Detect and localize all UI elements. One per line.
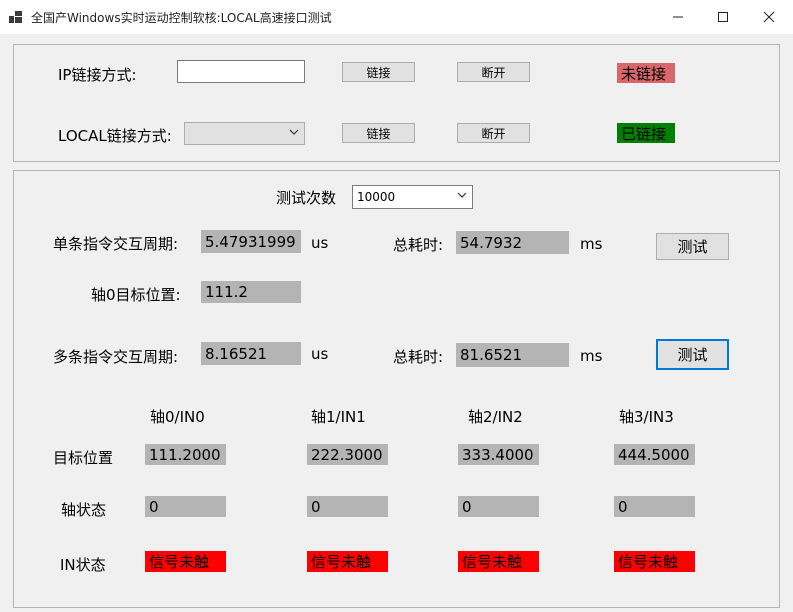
close-icon xyxy=(763,11,775,23)
test-count-value: 10000 xyxy=(357,190,396,204)
app-icon xyxy=(9,11,23,23)
single-period-value: 5.47931999 xyxy=(201,230,301,253)
ip-connection-label: IP链接方式: xyxy=(58,66,137,84)
axis0-target-label: 轴0目标位置: xyxy=(91,286,181,304)
chevron-down-icon xyxy=(457,192,467,198)
axis0-state-cell: 0 xyxy=(145,496,226,517)
in-state-row-label: IN状态 xyxy=(60,556,106,574)
ip-disconnect-button[interactable]: 断开 xyxy=(457,62,530,82)
axis0-target-value: 111.2 xyxy=(201,281,301,303)
maximize-icon xyxy=(718,12,728,22)
axis3-header: 轴3/IN3 xyxy=(619,408,674,426)
axis3-target-cell: 444.5000 xyxy=(614,444,695,465)
test-count-select[interactable]: 10000 xyxy=(352,185,473,209)
maximize-button[interactable] xyxy=(700,0,746,34)
axis3-state-cell: 0 xyxy=(614,496,695,517)
single-total-label: 总耗时: xyxy=(393,236,444,254)
window-title: 全国产Windows实时运动控制软核:LOCAL高速接口测试 xyxy=(31,11,332,25)
axis2-in-cell: 信号未触 xyxy=(458,551,539,572)
local-port-select[interactable] xyxy=(184,122,305,145)
multi-total-value: 81.6521 xyxy=(456,343,569,367)
chevron-down-icon xyxy=(289,129,299,135)
close-button[interactable] xyxy=(746,0,792,34)
local-connect-button[interactable]: 链接 xyxy=(342,123,415,143)
multi-test-button[interactable]: 测试 xyxy=(656,339,729,370)
axis1-target-cell: 222.3000 xyxy=(307,444,388,465)
minimize-icon xyxy=(673,16,683,18)
multi-period-value: 8.16521 xyxy=(201,342,301,365)
ip-status-badge: 未链接 xyxy=(617,63,675,83)
multi-period-unit: us xyxy=(311,345,329,363)
minimize-button[interactable] xyxy=(655,0,701,34)
single-test-button[interactable]: 测试 xyxy=(656,233,729,260)
axis3-in-cell: 信号未触 xyxy=(614,551,695,572)
local-disconnect-button[interactable]: 断开 xyxy=(457,123,530,143)
test-count-label: 测试次数 xyxy=(276,189,337,207)
single-total-value: 54.7932 xyxy=(456,231,569,254)
axis1-header: 轴1/IN1 xyxy=(311,408,366,426)
axis1-in-cell: 信号未触 xyxy=(307,551,388,572)
axis2-header: 轴2/IN2 xyxy=(468,408,523,426)
local-status-badge: 已链接 xyxy=(617,123,675,143)
single-period-label: 单条指令交互周期: xyxy=(53,235,179,253)
ip-connect-button[interactable]: 链接 xyxy=(342,62,415,82)
axis0-header: 轴0/IN0 xyxy=(150,408,205,426)
axis0-target-cell: 111.2000 xyxy=(145,444,226,465)
single-period-unit: us xyxy=(311,234,329,252)
single-total-unit: ms xyxy=(580,235,603,253)
target-position-row-label: 目标位置 xyxy=(53,449,114,467)
axis2-state-cell: 0 xyxy=(458,496,539,517)
multi-total-unit: ms xyxy=(580,347,603,365)
title-bar: 全国产Windows实时运动控制软核:LOCAL高速接口测试 xyxy=(0,0,793,34)
axis-state-row-label: 轴状态 xyxy=(61,501,107,519)
axis1-state-cell: 0 xyxy=(307,496,388,517)
axis2-target-cell: 333.4000 xyxy=(458,444,539,465)
axis0-in-cell: 信号未触 xyxy=(145,551,226,572)
multi-period-label: 多条指令交互周期: xyxy=(53,348,179,366)
ip-address-input[interactable] xyxy=(177,60,305,83)
local-connection-label: LOCAL链接方式: xyxy=(58,127,172,145)
multi-total-label: 总耗时: xyxy=(393,348,444,366)
